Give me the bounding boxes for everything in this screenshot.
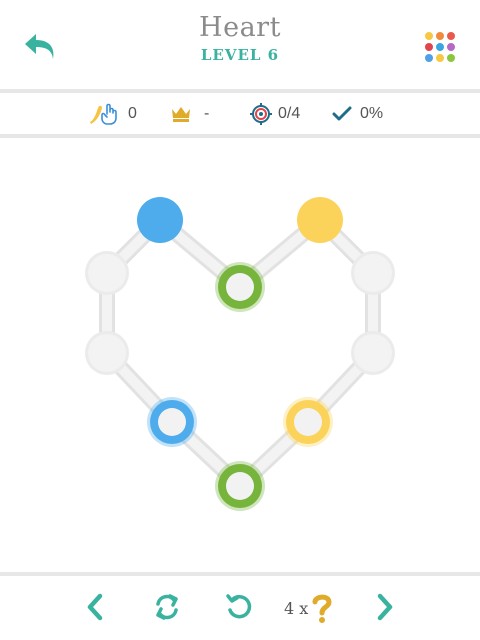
- level-number: LEVEL 6: [200, 46, 280, 64]
- hint-count: 4 x: [284, 598, 309, 618]
- question-mark-icon: [312, 594, 332, 623]
- menu-dot: [436, 32, 444, 40]
- ring-hole: [226, 472, 254, 500]
- node-bottom-left[interactable]: [147, 397, 197, 447]
- menu-dot: [436, 54, 444, 62]
- blue-start-dot[interactable]: [137, 197, 183, 243]
- node-top-right[interactable]: [297, 197, 343, 243]
- tap-hand-icon: [90, 103, 117, 125]
- next-level-button[interactable]: [368, 590, 402, 624]
- ring-hole: [294, 408, 322, 436]
- chevron-left-icon: [87, 593, 103, 621]
- empty-node[interactable]: [88, 254, 126, 292]
- color-dots-grid-icon: [425, 32, 455, 62]
- shuffle-icon: [156, 594, 178, 620]
- crown-icon: [172, 107, 190, 122]
- node-center-top[interactable]: [215, 262, 265, 312]
- ring-hole: [158, 408, 186, 436]
- targets-stat: 0/4: [250, 94, 300, 134]
- empty-node[interactable]: [88, 334, 126, 372]
- menu-dot: [447, 43, 455, 51]
- menu-dot: [425, 54, 433, 62]
- node-left-upper[interactable]: [85, 251, 129, 295]
- footer-bar: 4 x: [0, 576, 480, 640]
- moves-count: 0: [128, 105, 137, 122]
- puzzle-board[interactable]: [0, 138, 480, 572]
- completion-stat: 0%: [332, 94, 383, 134]
- hint-button[interactable]: 4 x: [284, 592, 334, 624]
- stats-bar: 0 - 0/4 0%: [0, 94, 480, 134]
- node-right-lower[interactable]: [351, 331, 395, 375]
- header-divider: [0, 89, 480, 93]
- target-icon: [250, 103, 272, 125]
- yellow-start-dot[interactable]: [297, 197, 343, 243]
- node-bottom[interactable]: [215, 461, 265, 511]
- header-bar: Heart LEVEL 6: [0, 0, 480, 90]
- menu-dot: [447, 32, 455, 40]
- undo-button[interactable]: [222, 590, 256, 624]
- completion-percent: 0%: [360, 105, 384, 122]
- menu-dot: [447, 54, 455, 62]
- best-score: -: [204, 105, 210, 122]
- empty-node[interactable]: [354, 334, 392, 372]
- moves-stat: 0: [88, 94, 137, 134]
- menu-dot: [436, 43, 444, 51]
- checkmark-icon: [332, 106, 352, 121]
- node-left-lower[interactable]: [85, 331, 129, 375]
- undo-icon: [226, 594, 252, 619]
- shuffle-button[interactable]: [150, 590, 184, 624]
- node-top-left[interactable]: [137, 197, 183, 243]
- ring-hole: [226, 273, 254, 301]
- previous-level-button[interactable]: [78, 590, 112, 624]
- menu-dot: [425, 32, 433, 40]
- level-title: Heart: [199, 12, 281, 43]
- puzzle-graph[interactable]: [0, 138, 480, 572]
- node-right-upper[interactable]: [351, 251, 395, 295]
- chevron-right-icon: [377, 593, 393, 621]
- empty-node[interactable]: [354, 254, 392, 292]
- best-stat: -: [170, 94, 209, 134]
- node-bottom-right[interactable]: [283, 397, 333, 447]
- level-menu-button[interactable]: [424, 31, 456, 63]
- menu-dot: [425, 43, 433, 51]
- targets-progress: 0/4: [278, 105, 301, 122]
